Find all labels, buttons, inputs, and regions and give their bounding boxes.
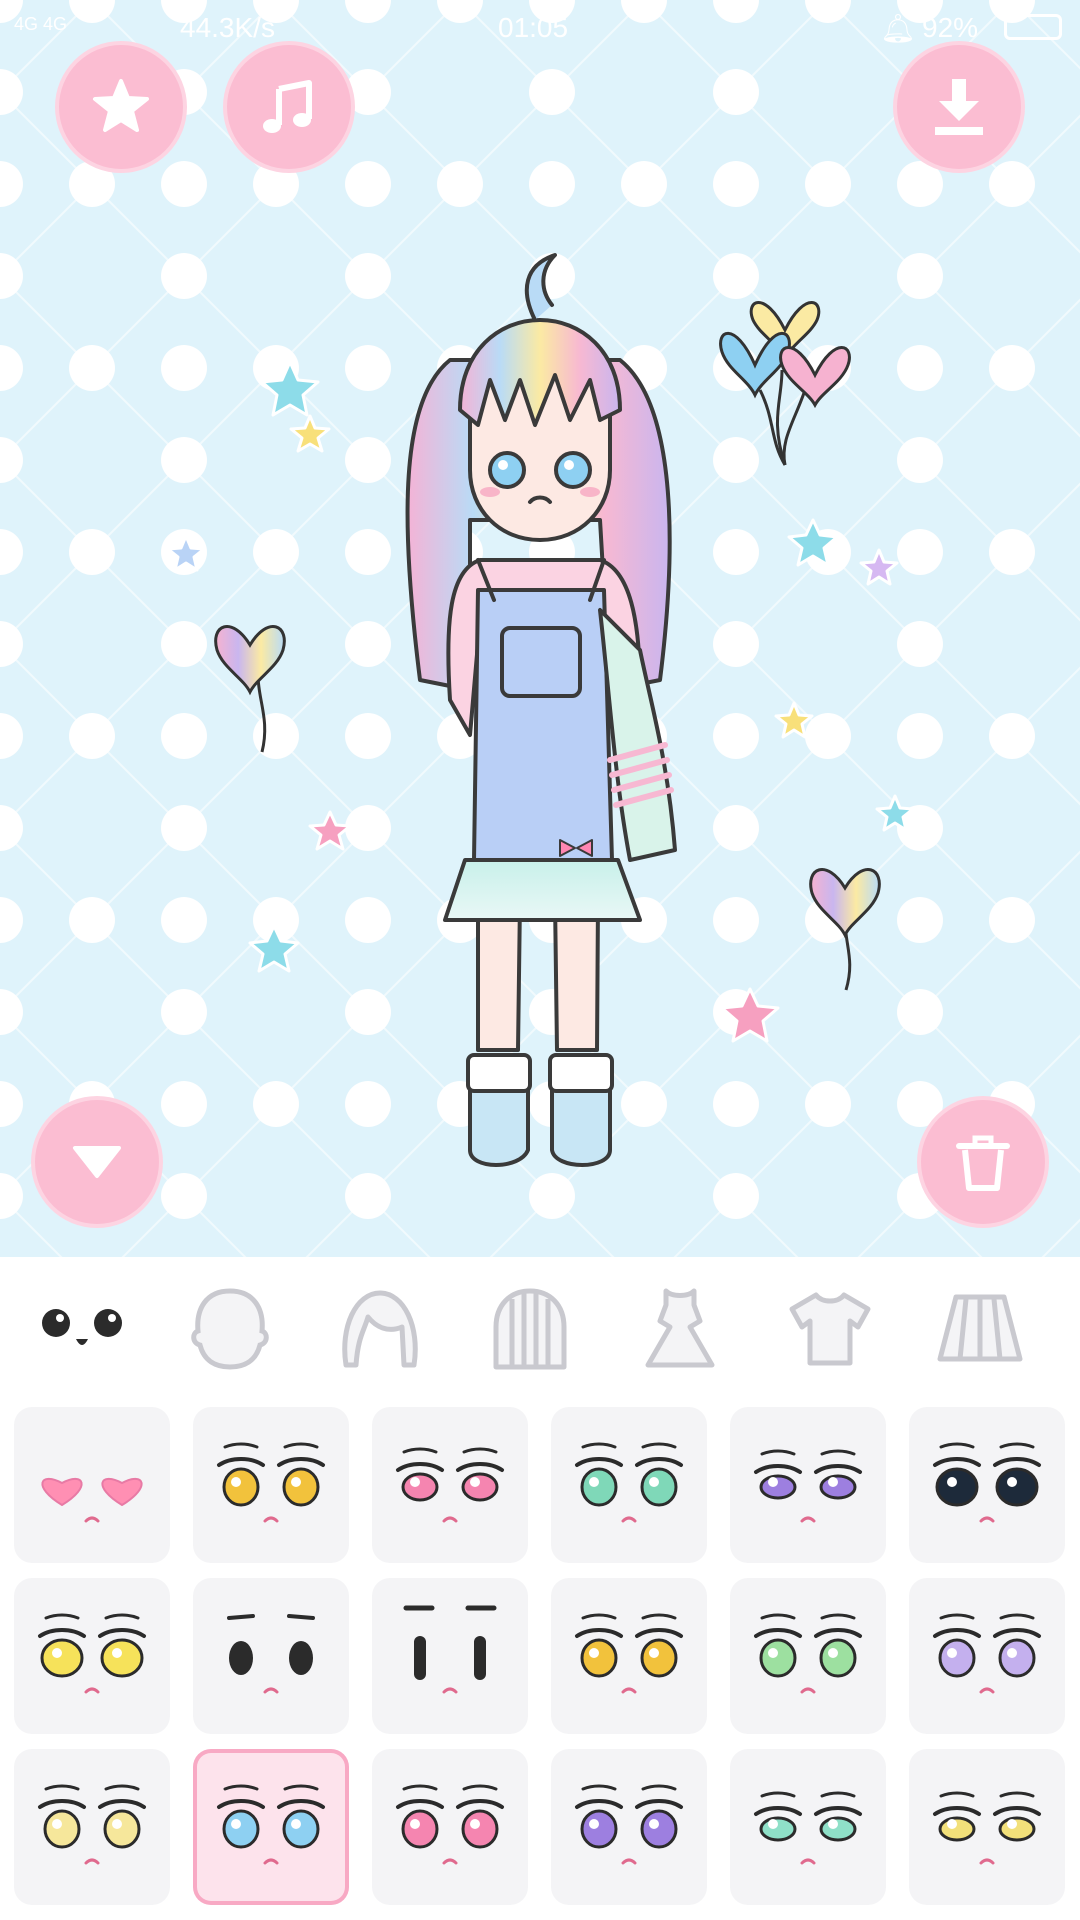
- eye-option[interactable]: [14, 1578, 170, 1734]
- star-icon: [93, 79, 149, 132]
- eye-option[interactable]: [193, 1578, 349, 1734]
- eye-preview-icon: [41, 1477, 143, 1523]
- eye-preview-icon: [933, 1442, 1041, 1523]
- eye-preview-icon: [403, 1605, 497, 1694]
- eye-option[interactable]: [372, 1578, 528, 1734]
- category-tabs: [0, 1257, 1080, 1397]
- eye-option[interactable]: [909, 1749, 1065, 1905]
- eye-preview-icon: [754, 1449, 862, 1523]
- eye-option[interactable]: [193, 1407, 349, 1563]
- eye-preview-icon: [933, 1613, 1041, 1694]
- long-hair-icon: [493, 1288, 567, 1370]
- eye-option[interactable]: [551, 1749, 707, 1905]
- battery-percent: 92%: [922, 12, 979, 43]
- battery-icon: [1004, 14, 1062, 40]
- tab-skirt[interactable]: [932, 1287, 1028, 1371]
- status-bar: 4G 4G 44.3K/s 01:05 🔔︎ 92%: [0, 0, 1080, 56]
- delete-button[interactable]: [921, 1100, 1045, 1224]
- eye-option[interactable]: [730, 1578, 886, 1734]
- download-button[interactable]: [897, 45, 1021, 169]
- eye-option[interactable]: [730, 1749, 886, 1905]
- eye-option[interactable]: [14, 1407, 170, 1563]
- eye-preview-icon: [38, 1784, 146, 1865]
- trash-icon: [956, 1135, 1010, 1191]
- music-note-icon: [263, 80, 312, 133]
- music-button[interactable]: [227, 45, 351, 169]
- eye-preview-icon: [38, 1613, 146, 1694]
- eye-option[interactable]: [551, 1578, 707, 1734]
- eye-preview-icon: [754, 1613, 862, 1694]
- tab-top[interactable]: [782, 1287, 878, 1371]
- eye-preview-icon: [227, 1614, 315, 1694]
- eye-preview-icon: [396, 1447, 504, 1523]
- eye-preview-icon: [396, 1784, 504, 1865]
- eye-preview-icon: [217, 1442, 325, 1523]
- tshirt-icon: [789, 1292, 871, 1366]
- eye-preview-icon: [575, 1613, 683, 1694]
- eye-option[interactable]: [372, 1407, 528, 1563]
- tab-face[interactable]: [34, 1287, 130, 1371]
- signal-indicator: 4G 4G: [14, 14, 68, 34]
- face-icon: [42, 1309, 122, 1345]
- character-stage: 4G 4G 44.3K/s 01:05 🔔︎ 92%: [0, 0, 1080, 1257]
- download-icon: [935, 79, 983, 135]
- triangle-down-icon: [73, 1146, 121, 1178]
- head-shape-icon: [191, 1288, 269, 1370]
- clock: 01:05: [498, 12, 569, 43]
- customization-panel: [0, 1257, 1080, 1920]
- bangs-icon: [342, 1290, 418, 1368]
- network-speed: 44.3K/s: [180, 12, 275, 43]
- eye-option[interactable]: [14, 1749, 170, 1905]
- tab-dress[interactable]: [632, 1287, 728, 1371]
- collapse-panel-button[interactable]: [35, 1100, 159, 1224]
- eye-preview-icon: [575, 1784, 683, 1865]
- eye-option[interactable]: [730, 1407, 886, 1563]
- eye-option[interactable]: [909, 1578, 1065, 1734]
- eye-preview-icon: [754, 1791, 862, 1865]
- dress-icon: [645, 1288, 715, 1368]
- tab-head[interactable]: [182, 1287, 278, 1371]
- tab-front-hair[interactable]: [332, 1287, 428, 1371]
- eye-option[interactable]: [193, 1749, 349, 1905]
- eye-option[interactable]: [909, 1407, 1065, 1563]
- eye-preview-icon: [933, 1791, 1041, 1865]
- tab-back-hair[interactable]: [482, 1287, 578, 1371]
- favorites-button[interactable]: [59, 45, 183, 169]
- eye-option[interactable]: [551, 1407, 707, 1563]
- eye-preview-icon: [217, 1784, 325, 1865]
- eye-preview-icon: [575, 1442, 683, 1523]
- eye-option[interactable]: [372, 1749, 528, 1905]
- skirt-icon: [937, 1294, 1023, 1362]
- alarm-icon: 🔔︎: [880, 13, 916, 44]
- stage-background: [0, 0, 1080, 1257]
